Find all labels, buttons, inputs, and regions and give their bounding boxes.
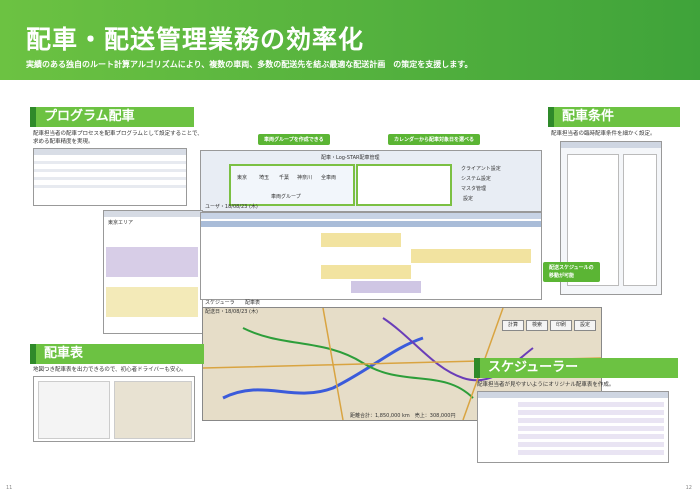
- group-tab-chiba[interactable]: 千葉: [279, 174, 289, 181]
- settings-button[interactable]: 設定: [574, 320, 596, 331]
- date-label: ユーザ・18/08/23 (木): [205, 204, 258, 210]
- program-screenshot: [33, 148, 187, 206]
- status-text: 距離合計：1,850,000 km 売上：308,000円: [350, 413, 456, 419]
- callout-group: 車両グループを作成できる: [258, 134, 330, 145]
- group-tab-saitama[interactable]: 埼玉: [259, 174, 269, 181]
- map-date: 配送日・18/08/23 (木): [205, 309, 258, 315]
- group-tab-all[interactable]: 全車両: [321, 174, 336, 181]
- callout-schedule-line-2: 移動が可能: [549, 273, 575, 279]
- schedule-grid: [200, 212, 542, 300]
- app-window-title: 配車・Log-STAR配車管理: [321, 155, 380, 161]
- menu-settings[interactable]: 設定: [463, 195, 473, 202]
- page-subtitle: 実績のある独自のルート計算アルゴリズムにより、複数の車両、多数の配送先を結ぶ最適…: [26, 60, 473, 69]
- scheduler-screenshot: [477, 391, 669, 463]
- section-scheduler-desc: 配車担当者が見やすいようにオリジナル配車表を作成。: [477, 382, 615, 388]
- section-table-desc: 地図つき配車表を出力できるので、初心者ドライバーも安心。: [33, 367, 187, 373]
- page-number-left: 11: [6, 485, 13, 491]
- area-label: 車両グループ: [271, 194, 301, 200]
- page-number-right: 12: [685, 485, 692, 491]
- menu-client[interactable]: クライアント設定: [461, 165, 501, 172]
- header-banner: 配車・配送管理業務の効率化 実績のある独自のルート計算アルゴリズムにより、複数の…: [0, 0, 700, 80]
- group-tab-kanagawa[interactable]: 神奈川: [297, 174, 312, 181]
- tab-scheduler[interactable]: スケジューラ: [205, 299, 235, 306]
- callout-calendar: カレンダーから配車対象日を選べる: [388, 134, 481, 145]
- ward-label: 東京エリア: [108, 220, 134, 226]
- calc-button[interactable]: 計算: [502, 320, 524, 331]
- callout-schedule: 配送スケジュールの 移動が可能: [543, 262, 600, 282]
- tab-table[interactable]: 配車表: [245, 299, 260, 306]
- section-table-title: 配車表: [30, 344, 204, 364]
- section-program-desc-2: 求める配車精度を実現。: [33, 139, 94, 145]
- table-screenshot: [33, 376, 195, 442]
- callout-schedule-line-1: 配送スケジュールの: [549, 265, 594, 271]
- group-tab-tokyo[interactable]: 東京: [237, 174, 247, 181]
- section-program-title: プログラム配車: [30, 107, 194, 127]
- section-program-desc-1: 配車担当者の配車プロセスを配車プログラムとして設定することで、: [33, 131, 203, 137]
- print-button[interactable]: 印刷: [550, 320, 572, 331]
- menu-master[interactable]: マスタ管理: [461, 185, 486, 192]
- page-title: 配車・配送管理業務の効率化: [26, 25, 365, 54]
- section-scheduler-title: スケジューラー: [474, 358, 678, 378]
- section-conditions-title: 配車条件: [548, 107, 680, 127]
- section-conditions-desc: 配車担当者の臨時配車条件を細かく設定。: [551, 131, 656, 137]
- app-ribbon: 配車・Log-STAR配車管理 東京 埼玉 千葉 神奈川 全車両 車両グループ …: [200, 150, 542, 212]
- vehicle-list-panel: 東京エリア: [103, 210, 203, 334]
- menu-system[interactable]: システム設定: [461, 175, 491, 182]
- search-button[interactable]: 検索: [526, 320, 548, 331]
